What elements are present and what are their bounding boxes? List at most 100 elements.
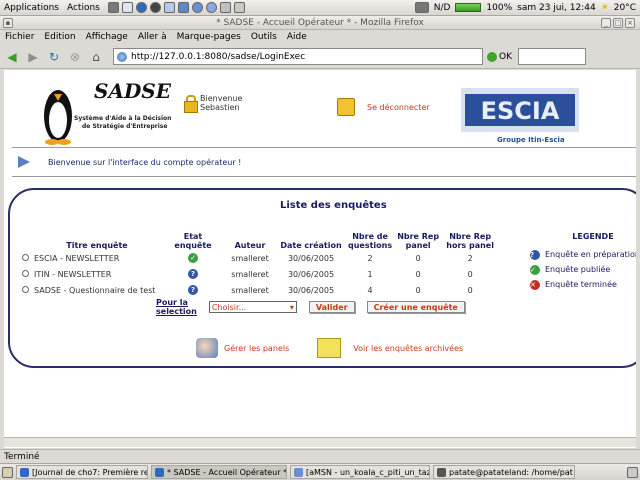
survey-date: 30/06/2005 — [287, 253, 335, 263]
escia-subtitle: Groupe Itin-Escia — [497, 136, 565, 144]
applications-menu[interactable]: Applications — [0, 3, 63, 13]
action-row: Pour la selection Choisir... ▾ Valider C… — [156, 298, 465, 316]
column-header-author: Auteur — [234, 241, 266, 250]
sadse-logo: SADSE Système d'Aide à la Décision de St… — [44, 79, 172, 145]
survey-rep-panel: 0 — [415, 285, 421, 295]
taskbar-item-journal[interactable]: [Journal de cho7: Première rele — [16, 465, 148, 479]
survey-questions: 4 — [367, 285, 373, 295]
column-header-rep-panel: Nbre Rep panel — [397, 232, 440, 250]
legend-title: LEGENDE — [572, 232, 614, 241]
table-row: ESCIA - NEWSLETTER ✓ smalleret 30/06/200… — [18, 250, 498, 266]
battery-label: 100% — [486, 2, 513, 13]
actions-menu[interactable]: Actions — [63, 3, 104, 13]
survey-questions: 1 — [367, 269, 373, 279]
forward-icon[interactable]: ▶ — [24, 48, 42, 66]
manage-panels-link[interactable]: Gérer les panels — [224, 344, 289, 353]
taskbar-item-sadse[interactable]: * SADSE - Accueil Opérateur * — [151, 465, 287, 479]
network-browser-icon[interactable] — [205, 2, 217, 13]
page-header: SADSE Système d'Aide à la Décision de St… — [4, 70, 636, 146]
minimize-icon[interactable]: _ — [601, 18, 611, 28]
calculator-icon[interactable] — [233, 2, 245, 13]
logo-subtitle-1: Système d'Aide à la Décision — [74, 115, 171, 122]
action-select[interactable]: Choisir... ▾ — [208, 301, 297, 313]
survey-rep-hors-panel: 0 — [467, 269, 473, 279]
status-published-icon: ✓ — [530, 264, 540, 275]
menu-edition[interactable]: Edition — [39, 32, 80, 42]
temperature-label[interactable]: 20°C — [614, 3, 636, 13]
gimp-icon[interactable] — [219, 2, 231, 13]
firefox-icon — [20, 467, 29, 477]
taskbar-label: [aMSN - un_koala_c_piti_un_taz — [306, 467, 430, 477]
key-icon — [337, 98, 355, 116]
taskbar: [Journal de cho7: Première rele * SADSE … — [0, 463, 640, 480]
text-editor-icon[interactable] — [121, 2, 133, 13]
folder-icon[interactable] — [317, 338, 342, 358]
maximize-icon[interactable]: □ — [613, 18, 623, 28]
menu-affichage[interactable]: Affichage — [81, 32, 133, 42]
archived-surveys-link[interactable]: Voir les enquêtes archivées — [353, 344, 463, 353]
trash-icon[interactable] — [627, 466, 638, 478]
legend-item: ? Enquête en préparation — [530, 247, 636, 262]
create-survey-button[interactable]: Créer une enquête — [366, 301, 465, 313]
select-radio[interactable] — [21, 269, 29, 277]
menu-aller[interactable]: Aller à — [133, 32, 172, 42]
logout-link[interactable]: Se déconnecter — [337, 98, 430, 116]
select-radio[interactable] — [21, 285, 29, 293]
status-text: Terminé — [4, 452, 40, 462]
datetime-label[interactable]: sam 23 jui, 12:44 — [517, 3, 596, 13]
column-header-rep-hors-panel: Nbre Rep hors panel — [446, 232, 494, 250]
page-content: SADSE Système d'Aide à la Décision de St… — [4, 70, 636, 448]
go-button[interactable]: OK — [487, 51, 512, 62]
legend-item: ✕ Enquête terminée — [530, 277, 636, 292]
select-radio[interactable] — [21, 253, 29, 261]
menubar: Fichier Edition Affichage Aller à Marque… — [0, 30, 640, 44]
divider — [12, 147, 636, 148]
terminal-icon[interactable] — [107, 2, 119, 13]
media-player-icon[interactable] — [149, 2, 161, 13]
messenger-icon[interactable] — [191, 2, 203, 13]
close-icon[interactable]: × — [625, 18, 635, 28]
selection-label-line1: Pour la — [156, 298, 188, 307]
url-text: http://127.0.0.1:8080/sadse/LoginExec — [131, 51, 306, 62]
taskbar-item-terminal[interactable]: patate@patateland: /home/pat — [433, 465, 575, 479]
url-bar[interactable]: http://127.0.0.1:8080/sadse/LoginExec — [113, 48, 483, 65]
logo-name: SADSE — [94, 79, 172, 103]
legend-label: Enquête terminée — [545, 280, 617, 289]
show-desktop-icon[interactable] — [2, 466, 13, 478]
stop-icon[interactable]: ⊗ — [66, 48, 84, 66]
network-icon[interactable] — [177, 2, 189, 13]
column-header-date: Date création — [280, 241, 342, 250]
chevron-down-icon: ▾ — [289, 302, 294, 312]
status-preparation-icon: ? — [188, 269, 198, 279]
back-icon[interactable]: ◀ — [3, 48, 21, 66]
window-menu-icon[interactable]: ▪ — [3, 18, 13, 28]
search-input[interactable] — [518, 48, 586, 65]
info-message: Bienvenue sur l'interface du compte opér… — [48, 157, 242, 167]
taskbar-label: patate@patateland: /home/pat — [449, 467, 573, 477]
menu-fichier[interactable]: Fichier — [0, 32, 39, 42]
taskbar-label: * SADSE - Accueil Opérateur * — [167, 467, 287, 477]
validate-button[interactable]: Valider — [308, 301, 355, 313]
menu-marque-pages[interactable]: Marque-pages — [172, 32, 246, 42]
menu-outils[interactable]: Outils — [246, 32, 282, 42]
survey-rep-panel: 0 — [415, 253, 421, 263]
status-bar: Terminé — [0, 449, 640, 463]
surveys-title: Liste des enquêtes — [280, 200, 387, 211]
survey-title: ESCIA - NEWSLETTER — [34, 253, 120, 263]
status-finished-icon: ✕ — [530, 279, 540, 290]
status-preparation-icon: ? — [188, 285, 198, 295]
taskbar-item-amsn[interactable]: [aMSN - un_koala_c_piti_un_taz — [290, 465, 430, 479]
file-manager-icon[interactable] — [163, 2, 175, 13]
horizontal-scrollbar[interactable] — [4, 437, 636, 447]
survey-title: SADSE - Questionnaire de test — [34, 285, 156, 295]
legend-item: ✓ Enquête publiée — [530, 262, 636, 277]
menu-aide[interactable]: Aide — [282, 32, 312, 42]
firefox-icon[interactable] — [135, 2, 147, 13]
window-title: * SADSE - Accueil Opérateur * - Mozilla … — [216, 18, 424, 28]
reload-icon[interactable]: ↻ — [45, 48, 63, 66]
legend-label: Enquête publiée — [545, 265, 611, 274]
weather-icon[interactable]: ☀ — [601, 3, 609, 13]
column-header-title: Titre enquête — [66, 241, 128, 250]
panels-icon[interactable] — [196, 338, 218, 358]
home-icon[interactable]: ⌂ — [87, 48, 105, 66]
